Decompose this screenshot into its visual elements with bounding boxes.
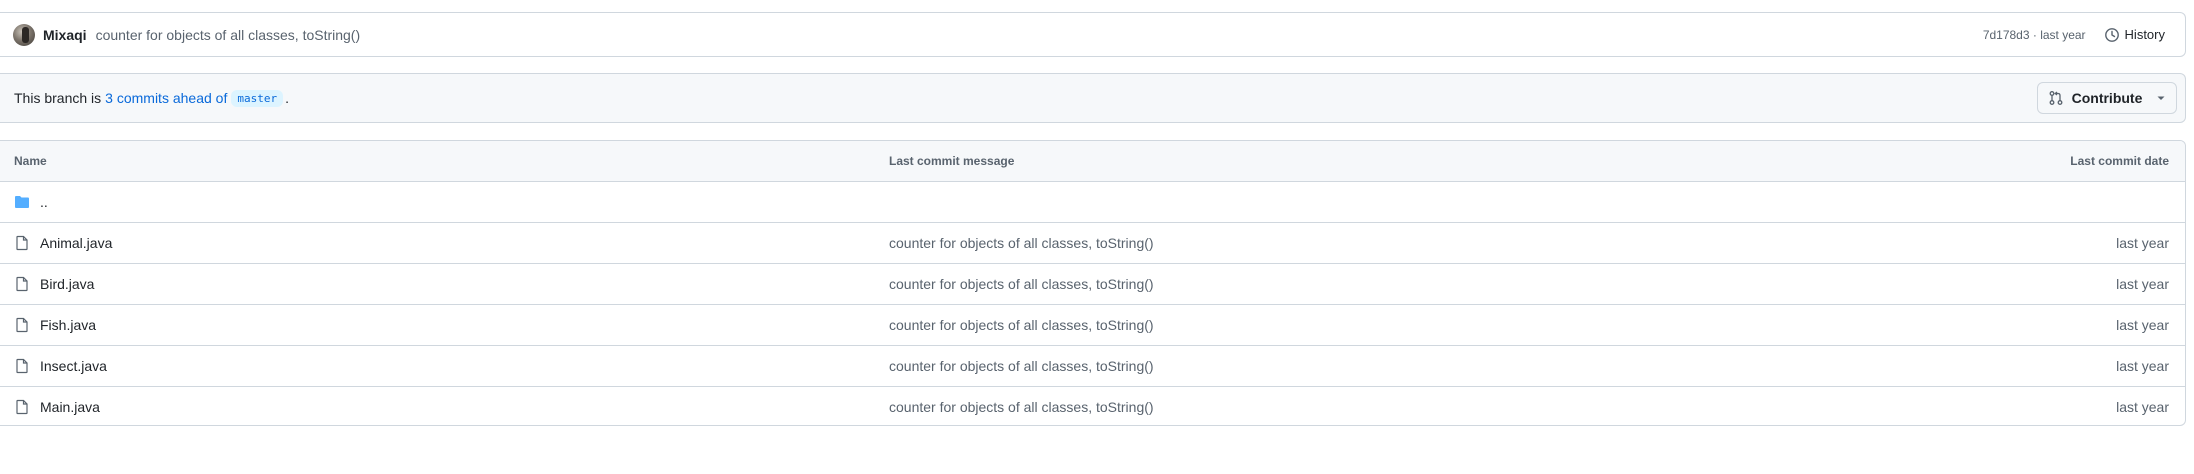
file-commit-message-link[interactable]: counter for objects of all classes, toSt…	[889, 358, 1154, 374]
contribute-label: Contribute	[2071, 90, 2143, 106]
base-branch-name[interactable]: master	[231, 89, 284, 107]
header-name: Name	[14, 154, 47, 168]
file-commit-date: last year	[2116, 317, 2169, 333]
file-name-link[interactable]: Bird.java	[40, 276, 94, 292]
file-commit-date: last year	[2116, 399, 2169, 415]
file-table: Name Last commit message Last commit dat…	[0, 140, 2186, 426]
parent-directory-row[interactable]: ..	[0, 182, 2185, 223]
commit-author[interactable]: Mixaqi	[43, 27, 87, 43]
pull-request-icon	[2049, 91, 2063, 105]
file-name-link[interactable]: Animal.java	[40, 235, 112, 251]
commit-message[interactable]: counter for objects of all classes, toSt…	[96, 27, 361, 43]
file-name-link[interactable]: Main.java	[40, 399, 100, 415]
branch-status: This branch is 3 commits ahead of master…	[14, 89, 289, 107]
file-name-link[interactable]: Fish.java	[40, 317, 96, 333]
contribute-button[interactable]: Contribute	[2037, 82, 2177, 114]
table-row[interactable]: Animal.java counter for objects of all c…	[0, 223, 2185, 264]
commit-meta: 7d178d3 · last year History	[1983, 27, 2165, 43]
file-icon	[16, 399, 28, 415]
history-label: History	[2124, 27, 2165, 42]
table-row[interactable]: Fish.java counter for objects of all cla…	[0, 305, 2185, 346]
folder-icon	[15, 196, 29, 208]
file-icon	[16, 317, 28, 333]
commit-sha-time[interactable]: 7d178d3 · last year	[1983, 28, 2086, 42]
file-commit-date: last year	[2116, 276, 2169, 292]
branch-status-suffix: .	[285, 90, 289, 106]
file-commit-message-link[interactable]: counter for objects of all classes, toSt…	[889, 317, 1154, 333]
latest-commit-bar: Mixaqi counter for objects of all classe…	[0, 12, 2186, 57]
file-commit-date: last year	[2116, 358, 2169, 374]
branch-status-prefix: This branch is	[14, 90, 102, 106]
file-commit-date: last year	[2116, 235, 2169, 251]
history-button[interactable]: History	[2104, 27, 2165, 43]
file-icon	[16, 276, 28, 292]
table-row[interactable]: Bird.java counter for objects of all cla…	[0, 264, 2185, 305]
triangle-down-icon	[2157, 96, 2165, 100]
parent-directory-link[interactable]: ..	[40, 194, 48, 210]
header-last-commit-date: Last commit date	[2070, 154, 2169, 168]
file-commit-message-link[interactable]: counter for objects of all classes, toSt…	[889, 276, 1154, 292]
table-row[interactable]: Insect.java counter for objects of all c…	[0, 346, 2185, 387]
file-icon	[16, 235, 28, 251]
branch-status-bar: This branch is 3 commits ahead of master…	[0, 73, 2186, 123]
commits-ahead-link[interactable]: 3 commits ahead of	[105, 90, 227, 106]
author-avatar[interactable]	[13, 23, 35, 46]
file-icon	[16, 358, 28, 374]
file-commit-message-link[interactable]: counter for objects of all classes, toSt…	[889, 399, 1154, 415]
table-header: Name Last commit message Last commit dat…	[0, 141, 2185, 182]
file-name-link[interactable]: Insect.java	[40, 358, 107, 374]
file-commit-message-link[interactable]: counter for objects of all classes, toSt…	[889, 235, 1154, 251]
header-last-commit-message: Last commit message	[889, 154, 1015, 168]
clock-icon	[2104, 27, 2119, 42]
table-row[interactable]: Main.java counter for objects of all cla…	[0, 387, 2185, 425]
